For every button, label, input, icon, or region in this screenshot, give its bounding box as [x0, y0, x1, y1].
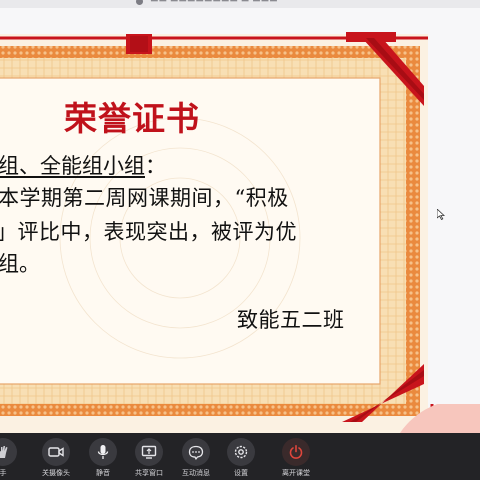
camera-toggle-label: 关摄像头: [42, 469, 70, 477]
settings-label: 设置: [234, 469, 248, 477]
hand-icon: [0, 438, 17, 466]
chat-bubble-icon: [182, 438, 210, 466]
settings-button[interactable]: 设置: [226, 433, 256, 480]
mute-label: 静音: [96, 469, 110, 477]
certificate-body-line-1: 本学期第二周网课期间，“积极: [0, 186, 289, 210]
certificate-body-line-3: 组。: [0, 252, 40, 276]
chat-messages-label: 互动消息: [182, 469, 210, 477]
certificate-recipient-colon: ：: [145, 154, 166, 178]
meeting-toolbar: 手 关摄像头 静音 共享窗口 互动消息 设置 离开课堂: [0, 433, 480, 480]
mouse-cursor-icon: [437, 209, 445, 220]
gear-icon: [227, 438, 255, 466]
share-window-button[interactable]: 共享窗口: [131, 433, 167, 480]
share-window-label: 共享窗口: [135, 469, 163, 477]
raise-hand-button[interactable]: 手: [0, 433, 18, 480]
certificate-recipient-line: 组、全能组小组：: [0, 150, 166, 180]
camera-toggle-button[interactable]: 关摄像头: [38, 433, 74, 480]
certificate-signature: 致能五二班: [237, 308, 345, 332]
microphone-icon: [89, 438, 117, 466]
camera-icon: [42, 438, 70, 466]
window-title-text: ▬▬ ▬▬▬▬▬▬▬▬ ▬ ▬▬▬: [150, 0, 278, 5]
certificate-title: 荣誉证书: [64, 99, 200, 138]
app-logo-icon: [136, 0, 143, 5]
chat-messages-button[interactable]: 互动消息: [176, 433, 216, 480]
power-icon: [282, 438, 310, 466]
screen-share-icon: [135, 438, 163, 466]
mute-button[interactable]: 静音: [88, 433, 118, 480]
window-title-bar: ▬▬ ▬▬▬▬▬▬▬▬ ▬ ▬▬▬: [0, 0, 480, 8]
certificate-body-line-2: 」评比中，表现突出，被评为优: [0, 220, 297, 244]
leave-class-button[interactable]: 离开课堂: [276, 433, 316, 480]
certificate-recipient: 组、全能组小组: [0, 154, 145, 178]
leave-class-label: 离开课堂: [282, 469, 310, 477]
shared-screen-area: 荣誉证书 组、全能组小组： 本学期第二周网课期间，“积极 」评比中，表现突出，被…: [0, 8, 480, 433]
raise-hand-label: 手: [0, 469, 7, 477]
